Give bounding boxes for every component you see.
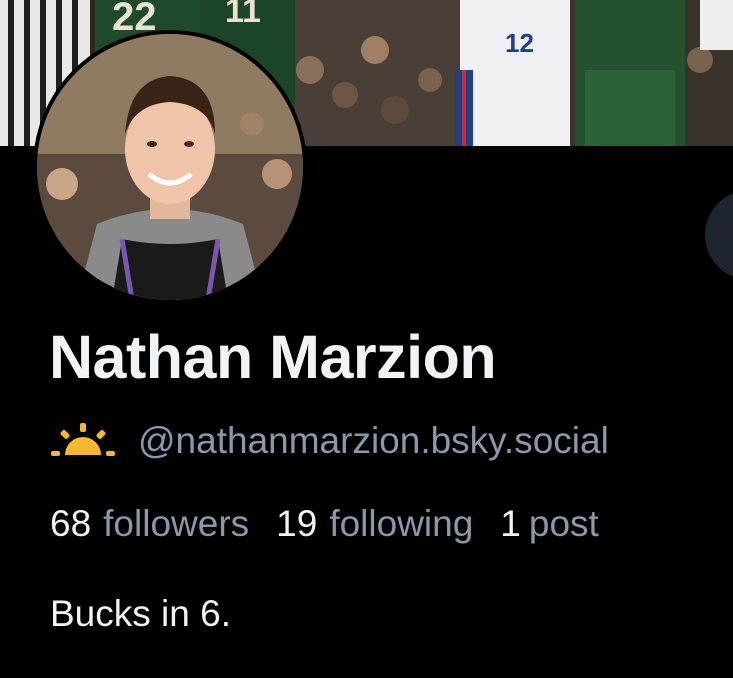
profile-action-button[interactable]: [705, 190, 733, 280]
handle-row: @nathanmarzion.bsky.social: [50, 416, 609, 466]
svg-text:11: 11: [225, 0, 261, 30]
followers-label: followers: [103, 503, 250, 544]
profile-page: 22 11 12 Nathan Marzion @nathanmarzion.b…: [0, 0, 733, 678]
profile-stats: 68 followers 19 following 1 post: [50, 503, 599, 545]
posts-stat: 1 post: [500, 503, 599, 545]
followers-count: 68: [50, 503, 92, 544]
avatar[interactable]: [33, 30, 307, 304]
profile-handle[interactable]: @nathanmarzion.bsky.social: [138, 420, 609, 462]
following-label: following: [329, 503, 474, 544]
svg-text:12: 12: [505, 28, 534, 58]
sun-weather-icon: [50, 421, 116, 461]
following-link[interactable]: 19 following: [276, 503, 473, 545]
followers-link[interactable]: 68 followers: [50, 503, 249, 545]
following-count: 19: [276, 503, 318, 544]
posts-label: post: [528, 503, 599, 544]
posts-count: 1: [500, 503, 521, 544]
profile-bio: Bucks in 6.: [50, 593, 231, 634]
display-name: Nathan Marzion: [49, 323, 497, 391]
